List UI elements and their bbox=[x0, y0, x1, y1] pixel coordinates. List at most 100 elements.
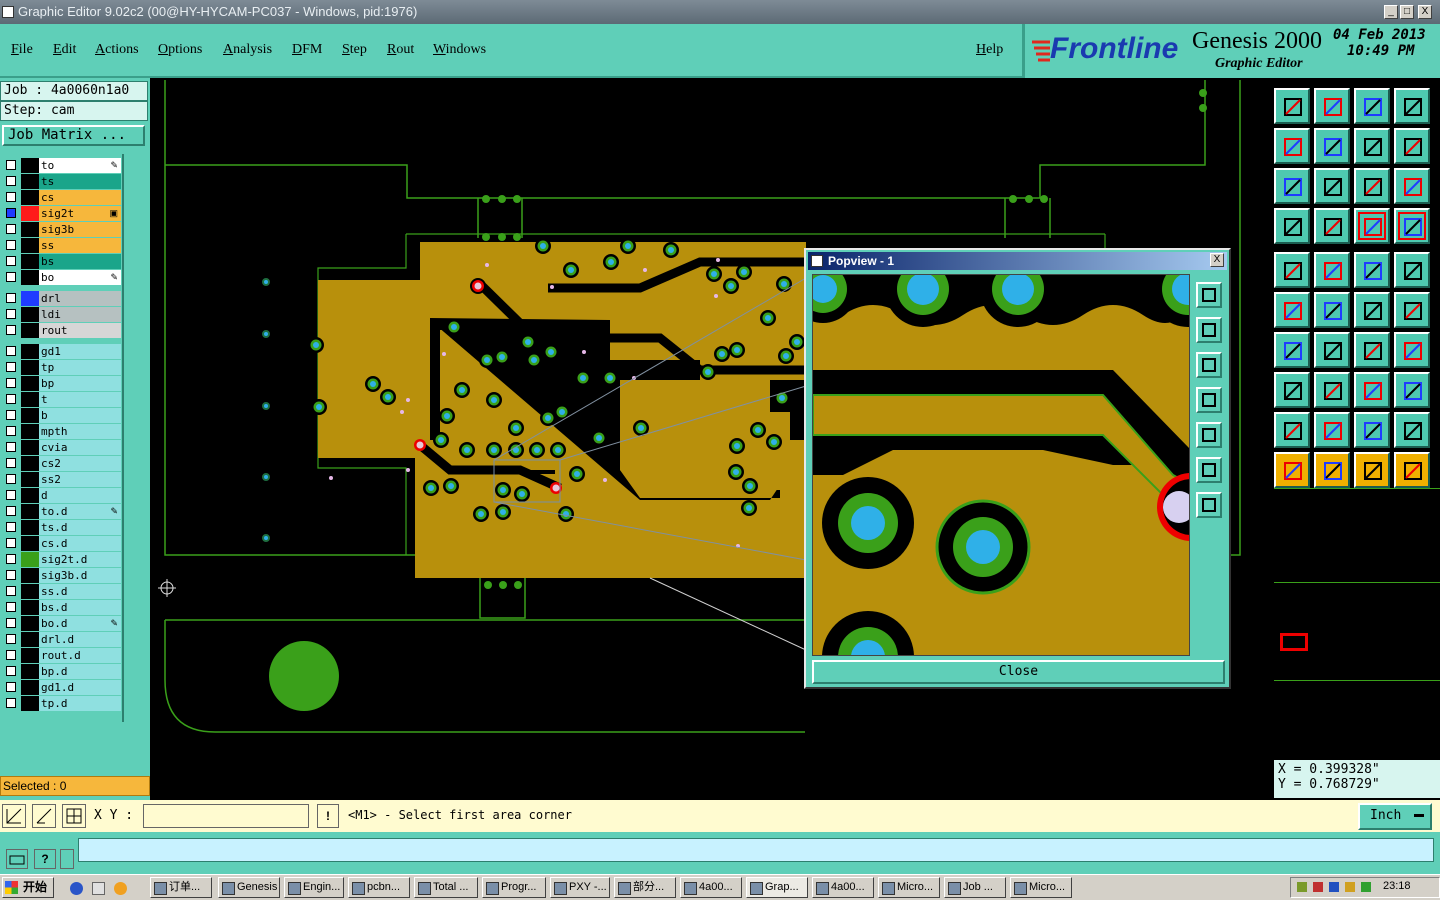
keyboard-icon[interactable] bbox=[6, 849, 28, 869]
layer-checkbox[interactable] bbox=[6, 554, 16, 564]
taskbar-item[interactable]: Progr... bbox=[482, 877, 546, 898]
curve-icon[interactable] bbox=[1354, 332, 1390, 368]
unit-selector[interactable]: Inch bbox=[1358, 803, 1432, 830]
layer-color-swatch[interactable] bbox=[21, 456, 39, 471]
layer-name[interactable]: tp.d bbox=[39, 696, 121, 711]
layer-checkbox[interactable] bbox=[6, 160, 16, 170]
home-icon[interactable] bbox=[1354, 88, 1390, 124]
layer-name[interactable]: ts.d bbox=[39, 520, 121, 535]
show-drill-icon[interactable] bbox=[1354, 208, 1390, 244]
layer-checkbox[interactable] bbox=[6, 378, 16, 388]
layer-row[interactable]: rout.d bbox=[4, 648, 121, 663]
layer-color-swatch[interactable] bbox=[21, 323, 39, 338]
split-icon[interactable] bbox=[1394, 332, 1430, 368]
layer-color-swatch[interactable] bbox=[21, 360, 39, 375]
layer-checkbox[interactable] bbox=[6, 394, 16, 404]
menu-windows[interactable]: Windows bbox=[433, 42, 486, 58]
layer-color-swatch[interactable] bbox=[21, 238, 39, 253]
fill-mode-icon[interactable] bbox=[1274, 252, 1310, 288]
measure-box-icon[interactable] bbox=[1354, 372, 1390, 408]
taskbar-item[interactable]: Micro... bbox=[878, 877, 940, 898]
layer-checkbox[interactable] bbox=[6, 522, 16, 532]
grid-icon[interactable] bbox=[1314, 208, 1350, 244]
layer-name[interactable]: ldi bbox=[39, 307, 121, 322]
layer-color-swatch[interactable] bbox=[21, 520, 39, 535]
layer-name[interactable]: ts bbox=[39, 174, 121, 189]
arch-icon[interactable] bbox=[1354, 412, 1390, 448]
desktop-icon[interactable] bbox=[92, 882, 105, 895]
cut-line-icon[interactable] bbox=[1314, 372, 1350, 408]
layer-row[interactable]: sig3b bbox=[4, 222, 121, 237]
layer-color-swatch[interactable] bbox=[21, 488, 39, 503]
layer-name[interactable]: b bbox=[39, 408, 121, 423]
layer-row[interactable]: tp bbox=[4, 360, 121, 375]
pointer-icon[interactable] bbox=[1274, 452, 1310, 488]
layer-name[interactable]: cs bbox=[39, 190, 121, 205]
layer-checkbox[interactable] bbox=[6, 650, 16, 660]
layer-checkbox[interactable] bbox=[6, 208, 16, 218]
query-icon[interactable] bbox=[1394, 168, 1430, 204]
job-matrix-button[interactable]: Job Matrix ... bbox=[2, 125, 145, 146]
layer-name[interactable]: ss bbox=[39, 238, 121, 253]
layer-row[interactable]: ss2 bbox=[4, 472, 121, 487]
layer-row[interactable]: tp.d bbox=[4, 696, 121, 711]
taskbar-item[interactable]: PXY -... bbox=[550, 877, 610, 898]
ie-icon[interactable] bbox=[70, 882, 83, 895]
menu-edit[interactable]: Edit bbox=[53, 42, 76, 58]
layer-row[interactable]: drl.d bbox=[4, 632, 121, 647]
pop-left-icon[interactable] bbox=[1196, 387, 1222, 413]
menu-analysis[interactable]: Analysis bbox=[223, 42, 272, 58]
layer-row[interactable]: to.d ✎ bbox=[4, 504, 121, 519]
layer-row[interactable]: gd1.d bbox=[4, 680, 121, 695]
tray-icon-5[interactable] bbox=[1361, 882, 1371, 892]
layer-color-swatch[interactable] bbox=[21, 174, 39, 189]
move-left-icon[interactable] bbox=[1274, 128, 1310, 164]
layer-color-swatch[interactable] bbox=[21, 408, 39, 423]
layer-row[interactable]: mpth bbox=[4, 424, 121, 439]
close-window-button[interactable]: X bbox=[1418, 5, 1432, 19]
taskbar-item[interactable]: 部分... bbox=[614, 877, 676, 898]
triangle-icon[interactable] bbox=[1274, 412, 1310, 448]
layer-name[interactable]: bo.d bbox=[39, 616, 121, 631]
layer-name[interactable]: cvia bbox=[39, 440, 121, 455]
layer-name[interactable]: rout bbox=[39, 323, 121, 338]
layer-row[interactable]: bo.d ✎ bbox=[4, 616, 121, 631]
layer-checkbox[interactable] bbox=[6, 458, 16, 468]
layer-name[interactable]: bo bbox=[39, 270, 121, 285]
layer-name[interactable]: gd1 bbox=[39, 344, 121, 359]
layer-checkbox[interactable] bbox=[6, 346, 16, 356]
layer-color-swatch[interactable] bbox=[21, 472, 39, 487]
layer-row[interactable]: cs.d bbox=[4, 536, 121, 551]
menu-dfm[interactable]: DFM bbox=[292, 42, 322, 58]
layer-row[interactable]: sig2t.d bbox=[4, 552, 121, 567]
layer-row[interactable]: gd1 bbox=[4, 344, 121, 359]
pop-up-icon[interactable] bbox=[1196, 317, 1222, 343]
zoom-in-icon[interactable] bbox=[1274, 168, 1310, 204]
connect-icon[interactable] bbox=[1274, 292, 1310, 328]
move-up-icon[interactable] bbox=[1274, 88, 1310, 124]
layer-name[interactable]: drl.d bbox=[39, 632, 121, 647]
help-icon[interactable]: ? bbox=[34, 849, 56, 869]
minimize-button[interactable]: _ bbox=[1384, 5, 1398, 19]
tray-icon-2[interactable] bbox=[1313, 882, 1323, 892]
layer-checkbox[interactable] bbox=[6, 224, 16, 234]
layer-row[interactable]: bo ✎ bbox=[4, 270, 121, 285]
show-net-icon[interactable] bbox=[1394, 208, 1430, 244]
layer-checkbox[interactable] bbox=[6, 570, 16, 580]
move-right-icon[interactable] bbox=[1314, 128, 1350, 164]
layer-name[interactable]: sig2t.d bbox=[39, 552, 121, 567]
layer-name[interactable]: bp.d bbox=[39, 664, 121, 679]
layer-row[interactable]: bs bbox=[4, 254, 121, 269]
layer-color-swatch[interactable] bbox=[21, 536, 39, 551]
layer-name[interactable]: cs2 bbox=[39, 456, 121, 471]
layer-name[interactable]: sig3b bbox=[39, 222, 121, 237]
layer-row[interactable]: bs.d bbox=[4, 600, 121, 615]
layer-color-swatch[interactable] bbox=[21, 584, 39, 599]
pad-icon[interactable] bbox=[1394, 252, 1430, 288]
measure-icon[interactable] bbox=[32, 804, 56, 828]
pop-zoom-in-icon[interactable] bbox=[1196, 457, 1222, 483]
layer-name[interactable]: drl bbox=[39, 291, 121, 306]
select-region-icon[interactable] bbox=[1274, 372, 1310, 408]
layer-name[interactable]: bs.d bbox=[39, 600, 121, 615]
layer-checkbox[interactable] bbox=[6, 426, 16, 436]
